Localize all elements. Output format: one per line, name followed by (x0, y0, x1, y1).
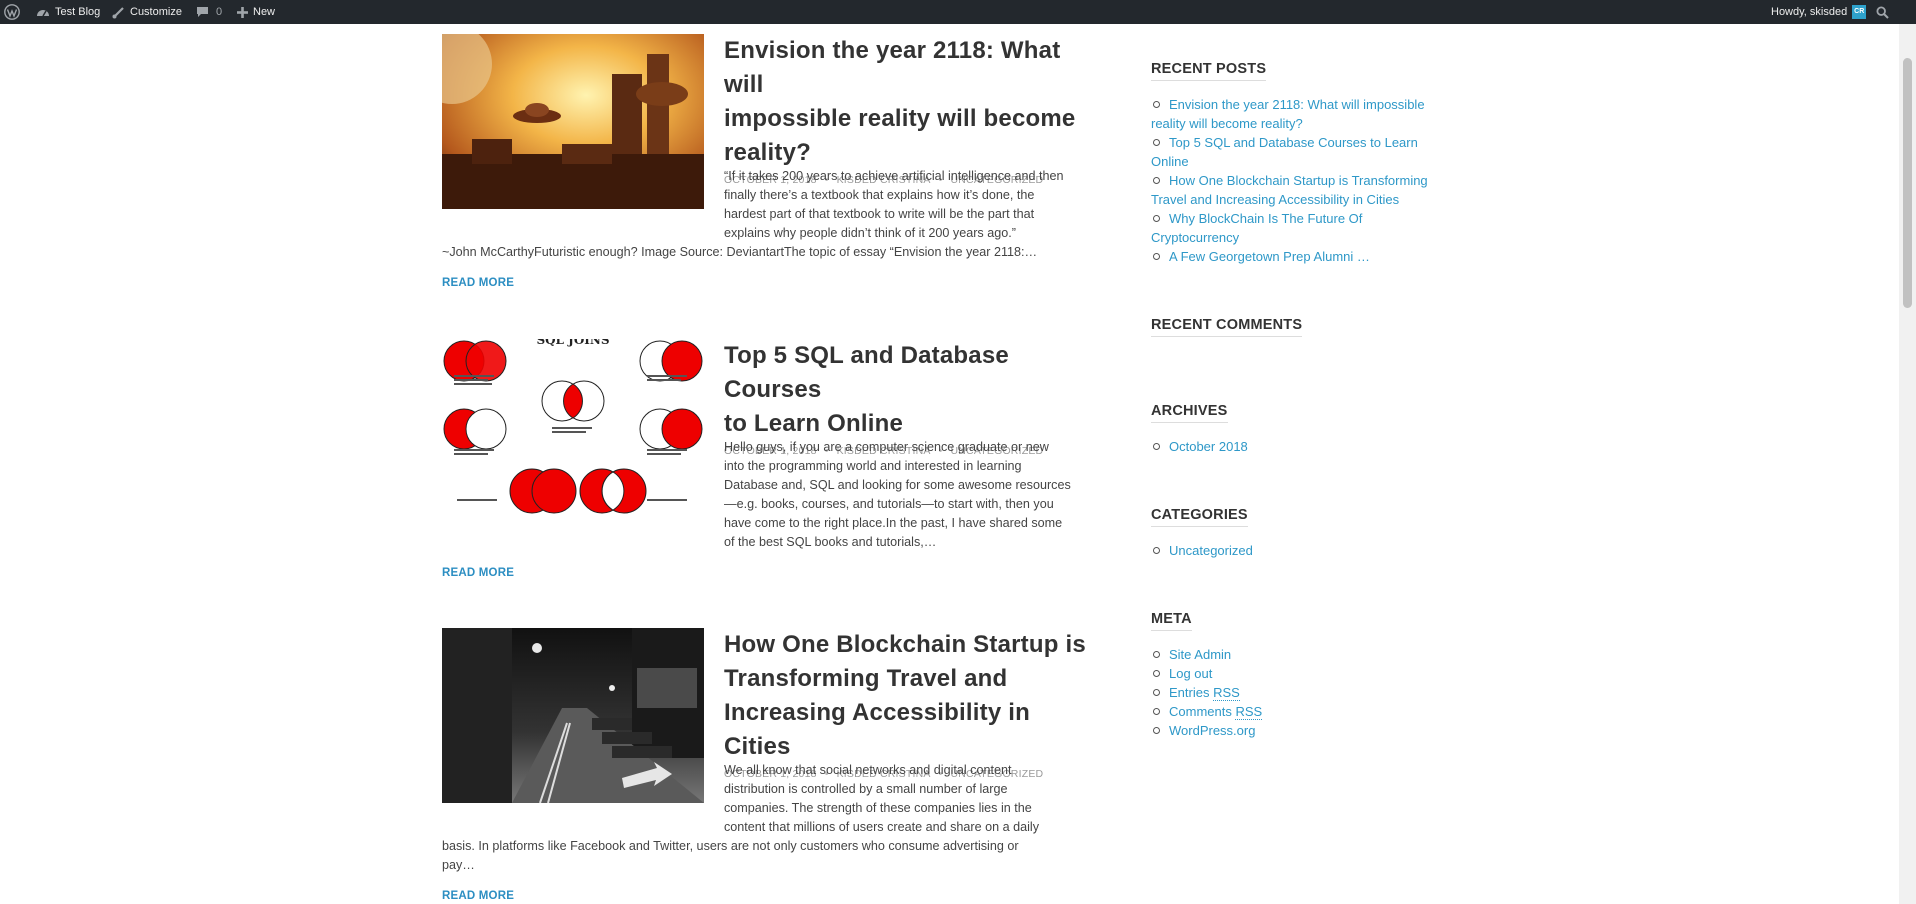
brush-icon (112, 6, 125, 19)
excerpt-line: companies. The strength of these compani… (724, 801, 1032, 815)
read-more-link[interactable]: READ MORE (442, 277, 514, 289)
post-body: How One Blockchain Startup is Transformi… (724, 628, 1097, 780)
thumb-heading: SQL JOINS (536, 339, 609, 347)
recent-post-link[interactable]: A Few Georgetown Prep Alumni … (1169, 249, 1370, 264)
recent-post-link[interactable]: How One Blockchain Startup is Transformi… (1151, 173, 1428, 207)
comments-count: 0 (216, 6, 223, 18)
meta-list: Site Admin Log out Entries RSS Comments … (1151, 645, 1451, 740)
recent-post-link[interactable]: Envision the year 2118: What will imposs… (1151, 97, 1425, 131)
comments-button[interactable]: 0 (196, 0, 222, 24)
excerpt-line: finally there’s a textbook that explains… (724, 188, 1035, 202)
excerpt-line: into the programming world and intereste… (724, 459, 1022, 473)
customize-label: Customize (130, 6, 182, 18)
excerpt-line: We all know that social networks and dig… (724, 763, 1012, 777)
widget-title: ARCHIVES (1151, 403, 1228, 423)
list-item: Entries RSS (1151, 683, 1451, 702)
category-link[interactable]: Uncategorized (1169, 543, 1253, 558)
post-title-line: reality? (724, 139, 811, 166)
excerpt-line: distribution is controlled by a small nu… (724, 782, 1008, 796)
excerpt-line: Database and, SQL and looking for some a… (724, 478, 1071, 492)
post-excerpt: We all know that social networks and dig… (442, 761, 1097, 875)
site-name-label: Test Blog (55, 6, 101, 18)
excerpt-line: hardest part of that textbook to write w… (724, 207, 1035, 221)
excerpt-line: basis. In platforms like Facebook and Tw… (442, 839, 1019, 853)
post-title-line: to Learn Online (724, 410, 904, 437)
site-name-menu[interactable]: Test Blog (36, 0, 100, 24)
list-item: Uncategorized (1151, 541, 1451, 560)
widget-archives: ARCHIVES October 2018 (1151, 402, 1451, 456)
archive-link[interactable]: October 2018 (1169, 439, 1248, 454)
list-item: Top 5 SQL and Database Courses to Learn O… (1151, 133, 1451, 171)
customize-button[interactable]: Customize (112, 0, 182, 24)
widget-meta: META Site Admin Log out Entries RSS Comm… (1151, 610, 1451, 740)
post-title-line: Increasing Accessibility in Cities (724, 699, 1030, 760)
list-item: Site Admin (1151, 645, 1451, 664)
post-title-link[interactable]: How One Blockchain Startup is Transformi… (724, 628, 1097, 764)
recent-post-link[interactable]: Why BlockChain Is The Future Of Cryptocur… (1151, 211, 1362, 245)
excerpt-line: ~John McCarthyFuturistic enough? Image S… (442, 245, 1038, 259)
dashboard-icon (36, 6, 50, 18)
my-account-menu[interactable]: Howdy, skisded CR (1771, 0, 1867, 24)
excerpt-line: content that millions of users create an… (724, 820, 1040, 834)
widget-title: CATEGORIES (1151, 507, 1248, 527)
wordpress-logo-icon[interactable] (4, 0, 20, 24)
list-item: A Few Georgetown Prep Alumni … (1151, 247, 1451, 266)
wordpress-org-link[interactable]: WordPress.org (1169, 723, 1255, 738)
widget-recent-comments: RECENT COMMENTS (1151, 316, 1451, 337)
archives-list: October 2018 (1151, 437, 1451, 456)
post-title-link[interactable]: Envision the year 2118: What will imposs… (724, 34, 1097, 170)
post-title-line: How One Blockchain Startup is (724, 631, 1086, 658)
list-item: WordPress.org (1151, 721, 1451, 740)
widget-categories: CATEGORIES Uncategorized (1151, 506, 1451, 560)
recent-post-link[interactable]: Top 5 SQL and Database Courses to Learn O… (1151, 135, 1418, 169)
post-title-link[interactable]: Top 5 SQL and Database Courses to Learn … (724, 339, 1097, 441)
post-body: Envision the year 2118: What will imposs… (724, 34, 1097, 186)
post-title-line: Transforming Travel and (724, 665, 1008, 692)
widget-title: META (1151, 611, 1192, 631)
log-out-link[interactable]: Log out (1169, 666, 1212, 681)
excerpt-line: pay… (442, 858, 475, 872)
entries-rss-link[interactable]: Entries RSS (1169, 685, 1240, 701)
excerpt-line: “If it takes 200 years to achieve artifi… (724, 169, 1064, 183)
search-icon[interactable] (1876, 0, 1889, 24)
post-excerpt: Hello guys, if you are a computer scienc… (442, 438, 1097, 552)
site-admin-link[interactable]: Site Admin (1169, 647, 1231, 662)
new-content-button[interactable]: New (237, 0, 275, 24)
new-label: New (253, 6, 276, 18)
post-title-line: Top 5 SQL and Database Courses (724, 342, 1009, 403)
list-item: Comments RSS (1151, 702, 1451, 721)
excerpt-line: Hello guys, if you are a computer scienc… (724, 440, 1049, 454)
list-item: Why BlockChain Is The Future Of Cryptocur… (1151, 209, 1451, 247)
howdy-label: Howdy, skisded (1771, 6, 1848, 18)
widget-recent-posts: RECENT POSTS Envision the year 2118: Wha… (1151, 60, 1451, 266)
comment-bubble-icon (196, 6, 209, 18)
widget-title: RECENT COMMENTS (1151, 317, 1303, 337)
excerpt-line: explains why people didn’t think of it 2… (724, 226, 1016, 240)
page-scrollbar[interactable] (1899, 24, 1916, 904)
categories-list: Uncategorized (1151, 541, 1451, 560)
plus-icon (237, 6, 248, 18)
excerpt-line: have come to the right place.In the past… (724, 516, 1063, 530)
recent-posts-list: Envision the year 2118: What will imposs… (1151, 95, 1451, 266)
read-more-link[interactable]: READ MORE (442, 890, 514, 902)
scrollbar-thumb[interactable] (1903, 58, 1912, 308)
admin-bar: Test Blog Customize 0 New Howdy, skisded… (0, 0, 1916, 24)
excerpt-line: —e.g. books, courses, and tutorials—to s… (724, 497, 1054, 511)
list-item: Log out (1151, 664, 1451, 683)
list-item: October 2018 (1151, 437, 1451, 456)
widget-title: RECENT POSTS (1151, 61, 1267, 81)
post-title-line: impossible reality will become (724, 105, 1076, 132)
list-item: How One Blockchain Startup is Transformi… (1151, 171, 1451, 209)
excerpt-line: of the best SQL books and tutorials,… (724, 535, 937, 549)
read-more-link[interactable]: READ MORE (442, 567, 514, 579)
post-title-line: Envision the year 2118: What will (724, 37, 1061, 98)
avatar: CR (1852, 5, 1867, 19)
comments-rss-link[interactable]: Comments RSS (1169, 704, 1263, 720)
post-excerpt: “If it takes 200 years to achieve artifi… (442, 167, 1097, 262)
list-item: Envision the year 2118: What will imposs… (1151, 95, 1451, 133)
